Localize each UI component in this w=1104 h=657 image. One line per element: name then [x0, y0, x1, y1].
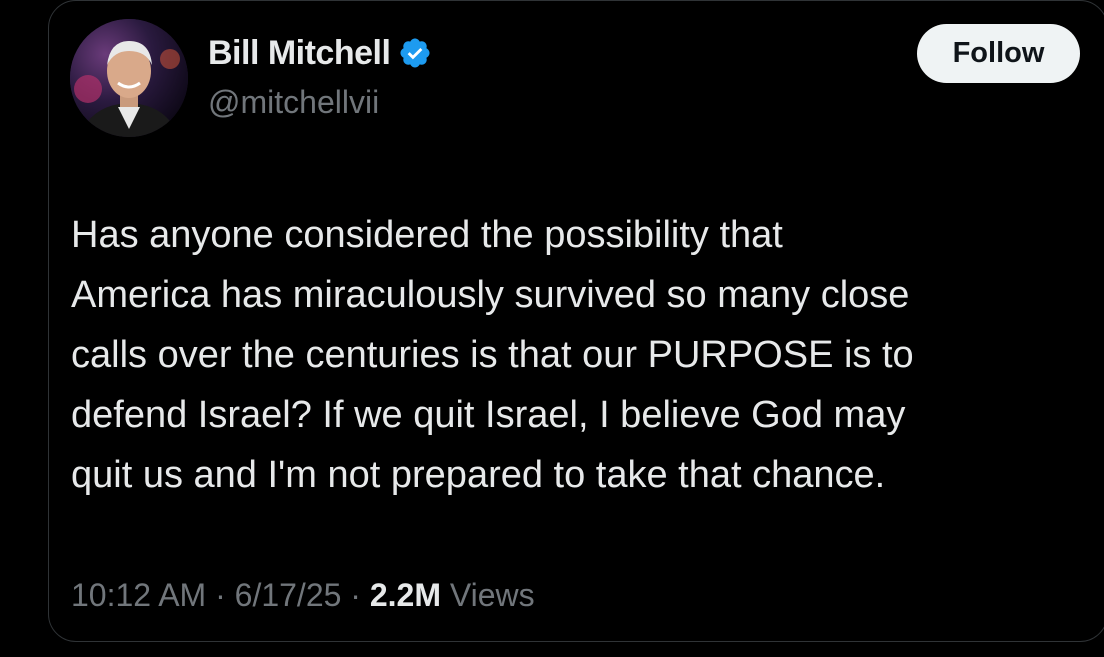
tweet-text: Has anyone considered the possibility th… [71, 214, 914, 496]
author-name[interactable]: Bill Mitchell [208, 32, 391, 74]
author-handle[interactable]: @mitchellvii [208, 82, 379, 122]
follow-button[interactable]: Follow [917, 24, 1080, 83]
avatar-image [70, 19, 188, 137]
views-label: Views [449, 577, 535, 613]
meta-separator: · [341, 577, 370, 613]
verified-badge-icon [400, 38, 430, 68]
views-count: 2.2M [369, 577, 441, 613]
tweet-time[interactable]: 10:12 AM [71, 577, 206, 613]
avatar[interactable] [70, 19, 188, 137]
tweet-date[interactable]: 6/17/25 [235, 577, 342, 613]
meta-separator: · [206, 577, 235, 613]
tweet-meta: 10:12 AM · 6/17/25 · 2.2M Views [71, 572, 535, 618]
author-name-row[interactable]: Bill Mitchell [208, 32, 432, 74]
